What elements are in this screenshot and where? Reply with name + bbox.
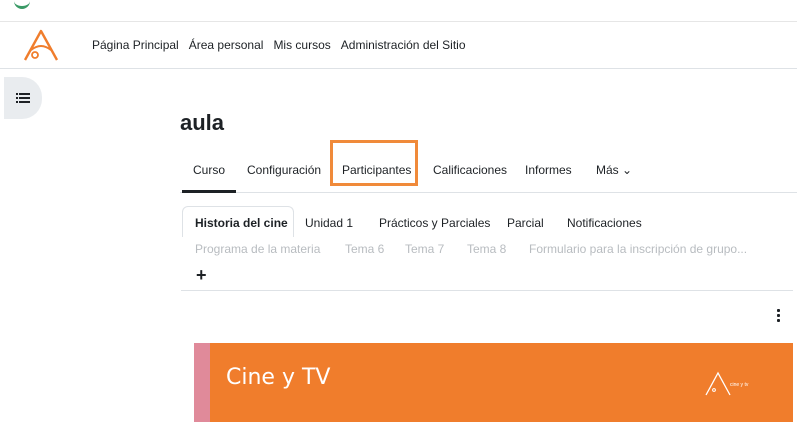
highlight-box <box>330 140 418 186</box>
section-tab-unidad-1[interactable]: Unidad 1 <box>305 216 353 230</box>
add-section-button[interactable]: + <box>196 266 207 284</box>
aula-logo-icon[interactable] <box>22 28 60 62</box>
course-secondary-nav: Curso Configuración Participantes Califi… <box>180 150 797 193</box>
section-tab-tema-7[interactable]: Tema 7 <box>405 242 444 256</box>
tab-configuracion[interactable]: Configuración <box>247 163 321 177</box>
list-icon <box>16 93 30 103</box>
nav-administracion-sitio[interactable]: Administración del Sitio <box>341 38 466 52</box>
banner-stripe <box>194 343 210 422</box>
section-tab-programa-de-la-materia[interactable]: Programa de la materia <box>195 242 320 256</box>
cine-y-tv-logo-icon <box>705 371 731 396</box>
section-tab-tema-8[interactable]: Tema 8 <box>467 242 506 256</box>
section-tab-formulario-inscripcion[interactable]: Formulario para la inscripción de grupo.… <box>529 242 747 256</box>
nav-area-personal[interactable]: Área personal <box>189 38 264 52</box>
primary-navbar: Página Principal Área personal Mis curso… <box>0 22 797 69</box>
nav-mis-cursos[interactable]: Mis cursos <box>273 38 330 52</box>
banner-title: Cine y TV <box>226 365 331 390</box>
section-tab-historia-del-cine[interactable]: Historia del cine <box>195 216 288 230</box>
section-tab-practicos-y-parciales[interactable]: Prácticos y Parciales <box>379 216 490 230</box>
tab-curso[interactable]: Curso <box>193 163 225 177</box>
tab-mas-dropdown[interactable]: Más ⌄ <box>596 163 632 177</box>
more-options-icon[interactable] <box>774 309 782 325</box>
section-tab-tema-6[interactable]: Tema 6 <box>345 242 384 256</box>
tab-calificaciones[interactable]: Calificaciones <box>433 163 507 177</box>
section-tab-notificaciones[interactable]: Notificaciones <box>567 216 642 230</box>
course-banner: Cine y TV cine y tv <box>210 343 793 422</box>
course-index-toggle-button[interactable] <box>4 77 42 119</box>
section-tabs: Historia del cine Unidad 1 Prácticos y P… <box>181 204 793 291</box>
section-tab-parcial[interactable]: Parcial <box>507 216 544 230</box>
active-tab-underline <box>182 190 236 193</box>
tab-informes[interactable]: Informes <box>525 163 572 177</box>
page-title: aula <box>180 110 225 135</box>
banner-logo-text: cine y tv <box>730 382 749 388</box>
nav-pagina-principal[interactable]: Página Principal <box>92 38 179 52</box>
top-status-indicator <box>14 0 30 9</box>
